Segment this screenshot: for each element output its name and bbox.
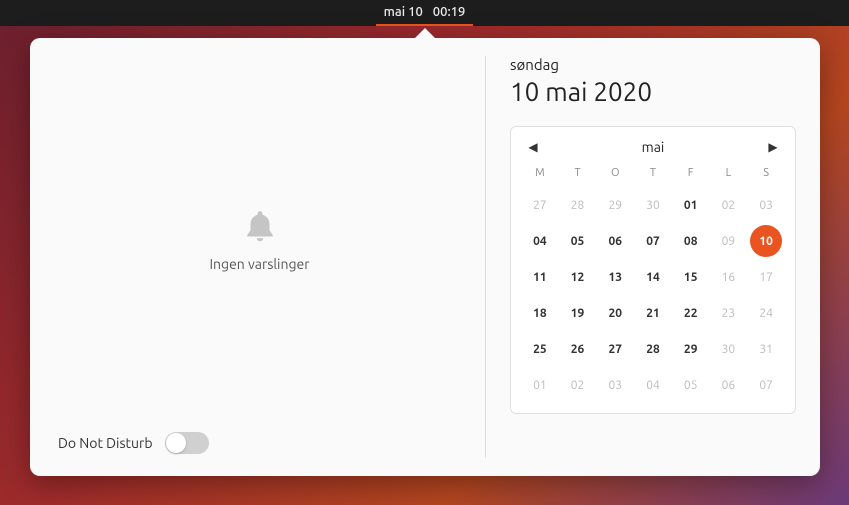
toggle-knob xyxy=(166,433,186,453)
calendar-day[interactable]: 26 xyxy=(562,333,594,365)
calendar-day[interactable]: 03 xyxy=(750,189,782,221)
calendar-day[interactable]: 09 xyxy=(712,225,744,257)
calendar-day[interactable]: 22 xyxy=(675,297,707,329)
calendar-grid: MTOTFLS272829300102030405060708091011121… xyxy=(521,167,785,401)
calendar-day[interactable]: 11 xyxy=(524,261,556,293)
date-header: søndag 10 mai 2020 xyxy=(510,56,796,106)
calendar-day[interactable]: 16 xyxy=(712,261,744,293)
calendar-day[interactable]: 10 xyxy=(750,225,782,257)
calendar-day[interactable]: 24 xyxy=(750,297,782,329)
calendar-day[interactable]: 15 xyxy=(675,261,707,293)
calendar-widget: ◀ mai ▶ MTOTFLS2728293001020304050607080… xyxy=(510,126,796,414)
empty-text: Ingen varslinger xyxy=(209,256,309,272)
calendar-day[interactable]: 19 xyxy=(562,297,594,329)
clock-time: 00:19 xyxy=(433,5,466,19)
calendar-day[interactable]: 25 xyxy=(524,333,556,365)
calendar-day[interactable]: 05 xyxy=(675,369,707,401)
calendar-day[interactable]: 08 xyxy=(675,225,707,257)
calendar-day[interactable]: 27 xyxy=(524,189,556,221)
calendar-day[interactable]: 13 xyxy=(599,261,631,293)
dow-label: T xyxy=(634,167,672,185)
month-label: mai xyxy=(541,139,765,155)
dow-label: T xyxy=(559,167,597,185)
clock-button[interactable]: mai 10 00:19 xyxy=(376,0,474,26)
dow-label: O xyxy=(596,167,634,185)
calendar-day[interactable]: 31 xyxy=(750,333,782,365)
calendar-day[interactable]: 04 xyxy=(637,369,669,401)
calendar-day[interactable]: 02 xyxy=(562,369,594,401)
calendar-day[interactable]: 18 xyxy=(524,297,556,329)
calendar-day[interactable]: 27 xyxy=(599,333,631,365)
calendar-pane: søndag 10 mai 2020 ◀ mai ▶ MTOTFLS272829… xyxy=(486,56,796,458)
calendar-day[interactable]: 23 xyxy=(712,297,744,329)
clock-date: mai 10 xyxy=(384,5,423,19)
prev-month-button[interactable]: ◀ xyxy=(525,140,541,154)
calendar-day[interactable]: 04 xyxy=(524,225,556,257)
dnd-label: Do Not Disturb xyxy=(58,435,153,451)
calendar-day[interactable]: 29 xyxy=(599,189,631,221)
datetime-panel: Ingen varslinger Do Not Disturb søndag 1… xyxy=(30,38,820,476)
dow-label: S xyxy=(747,167,785,185)
calendar-day[interactable]: 06 xyxy=(599,225,631,257)
next-month-button[interactable]: ▶ xyxy=(765,140,781,154)
calendar-day[interactable]: 28 xyxy=(562,189,594,221)
weekday-label: søndag xyxy=(510,56,796,73)
calendar-day[interactable]: 01 xyxy=(675,189,707,221)
calendar-day[interactable]: 03 xyxy=(599,369,631,401)
dow-label: M xyxy=(521,167,559,185)
calendar-day[interactable]: 07 xyxy=(637,225,669,257)
calendar-day[interactable]: 05 xyxy=(562,225,594,257)
calendar-day[interactable]: 30 xyxy=(712,333,744,365)
calendar-day[interactable]: 07 xyxy=(750,369,782,401)
dnd-row: Do Not Disturb xyxy=(54,424,465,458)
dow-label: L xyxy=(710,167,748,185)
empty-notifications: Ingen varslinger xyxy=(54,56,465,424)
calendar-day[interactable]: 30 xyxy=(637,189,669,221)
dow-label: F xyxy=(672,167,710,185)
calendar-day[interactable]: 14 xyxy=(637,261,669,293)
calendar-day[interactable]: 20 xyxy=(599,297,631,329)
calendar-day[interactable]: 06 xyxy=(712,369,744,401)
calendar-day[interactable]: 21 xyxy=(637,297,669,329)
calendar-day[interactable]: 17 xyxy=(750,261,782,293)
calendar-day[interactable]: 02 xyxy=(712,189,744,221)
calendar-day[interactable]: 12 xyxy=(562,261,594,293)
calendar-day[interactable]: 29 xyxy=(675,333,707,365)
notification-pane: Ingen varslinger Do Not Disturb xyxy=(54,56,486,458)
bell-icon xyxy=(241,208,279,246)
dnd-toggle[interactable] xyxy=(165,432,209,454)
calendar-day[interactable]: 28 xyxy=(637,333,669,365)
top-bar: mai 10 00:19 xyxy=(0,0,849,26)
full-date: 10 mai 2020 xyxy=(510,77,796,106)
calendar-day[interactable]: 01 xyxy=(524,369,556,401)
